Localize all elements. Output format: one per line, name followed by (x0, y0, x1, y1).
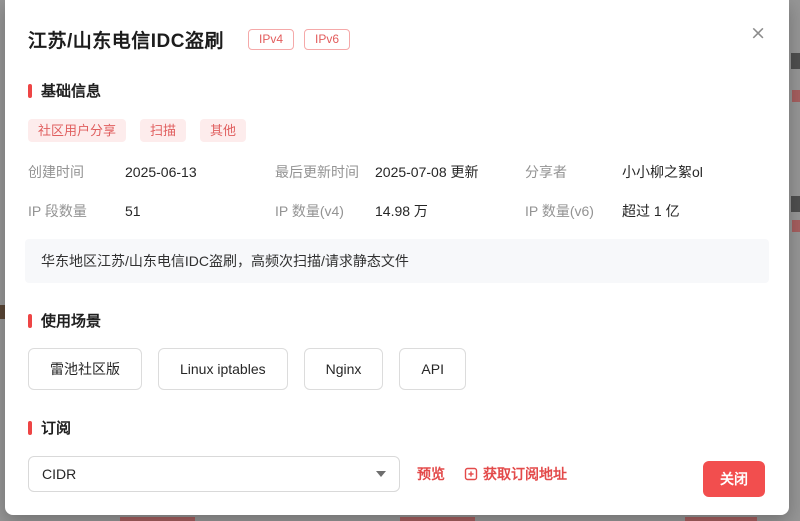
field-value-ip-count-v4: 14.98 万 (375, 203, 428, 219)
ip-version-badges: IPv4 IPv6 (248, 29, 351, 50)
section-marker-bar (28, 83, 32, 98)
field-label-sharer: 分享者 (525, 164, 567, 180)
section-subscribe-title: 订阅 (41, 420, 72, 437)
backdrop-text-fragment (792, 220, 800, 232)
field-value-ip-count-v6: 超过 1 亿 (622, 203, 680, 219)
field-value-updated: 2025-07-08 更新 (375, 164, 479, 180)
field-label-ip-segments: IP 段数量 (28, 203, 87, 219)
scenario-safeline-community[interactable]: 雷池社区版 (28, 348, 142, 390)
section-basic-info-title: 基础信息 (41, 83, 102, 100)
scenario-api[interactable]: API (399, 348, 466, 390)
backdrop-text-fragment (120, 517, 195, 521)
field-label-ip-count-v4: IP 数量(v4) (275, 203, 344, 219)
subscribe-row: CIDR 预览 获取订阅地址 (28, 456, 766, 492)
field-value-ip-segments: 51 (125, 203, 141, 219)
tag-community-share: 社区用户分享 (28, 119, 127, 142)
field-label-created: 创建时间 (28, 164, 84, 180)
backdrop-text-fragment (791, 196, 800, 212)
info-fields-grid: 创建时间 2025-06-13 最后更新时间 2025-07-08 更新 分享者… (28, 162, 766, 221)
backdrop-text-fragment (685, 517, 757, 521)
backdrop-text-fragment (791, 53, 800, 69)
description-box: 华东地区江苏/山东电信IDC盗刷，高频次扫描/请求静态文件 (25, 239, 769, 283)
format-select-value: CIDR (42, 466, 77, 482)
close-button[interactable]: 关闭 (703, 461, 765, 497)
get-subscription-address-link[interactable]: 获取订阅地址 (464, 464, 567, 484)
tag-scan: 扫描 (140, 119, 187, 142)
ipv6-badge: IPv6 (304, 29, 351, 50)
preview-link[interactable]: 预览 (417, 464, 445, 484)
scenario-button-row: 雷池社区版 Linux iptables Nginx API (28, 348, 766, 390)
field-label-updated: 最后更新时间 (275, 164, 359, 180)
field-label-ip-count-v6: IP 数量(v6) (525, 203, 594, 219)
section-marker-bar (28, 313, 32, 328)
section-subscribe: 订阅 (28, 417, 766, 438)
backdrop-text-fragment (400, 517, 475, 521)
tag-row: 社区用户分享 扫描 其他 (28, 119, 766, 142)
field-value-sharer: 小小柳之絮ol (622, 164, 703, 180)
get-subscription-address-label: 获取订阅地址 (483, 466, 567, 482)
modal-title: 江苏/山东电信IDC盗刷 (28, 31, 225, 52)
section-usage: 使用场景 (28, 310, 766, 331)
ipv4-badge: IPv4 (248, 29, 295, 50)
section-basic-info: 基础信息 (28, 80, 766, 101)
backdrop-text-fragment (792, 90, 800, 102)
field-value-created: 2025-06-13 (125, 164, 197, 180)
scenario-nginx[interactable]: Nginx (303, 348, 384, 390)
section-usage-title: 使用场景 (41, 313, 102, 330)
scenario-linux-iptables[interactable]: Linux iptables (158, 348, 288, 390)
chevron-down-icon (376, 471, 386, 477)
modal-footer: 关闭 (703, 461, 765, 497)
close-icon[interactable]: × (750, 24, 766, 43)
plus-box-icon (464, 467, 478, 481)
section-marker-bar (28, 420, 32, 435)
format-select[interactable]: CIDR (28, 456, 400, 492)
tag-other: 其他 (200, 119, 247, 142)
ip-list-detail-modal: 江苏/山东电信IDC盗刷 IPv4 IPv6 × 基础信息 社区用户分享 扫描 … (5, 0, 789, 515)
modal-header: 江苏/山东电信IDC盗刷 IPv4 IPv6 × (28, 24, 766, 53)
